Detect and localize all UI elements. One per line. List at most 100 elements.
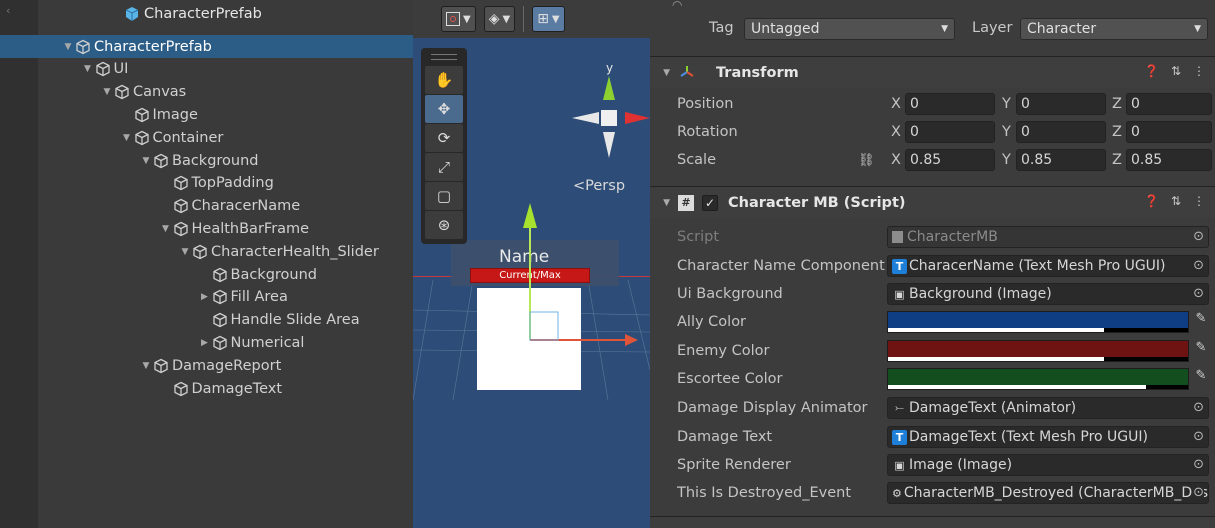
object-picker-icon[interactable]: ⊙ <box>1193 457 1204 472</box>
hierarchy-row-label: DamageText <box>191 380 283 397</box>
help-icon[interactable]: ❓ <box>1144 64 1159 78</box>
fold-open-icon[interactable]: ▼ <box>160 224 172 234</box>
object-picker-icon[interactable]: ⊙ <box>1193 286 1204 301</box>
hierarchy-row[interactable]: ▼TopPadding <box>0 172 413 195</box>
fold-open-icon[interactable]: ▼ <box>101 87 113 97</box>
layer-dropdown[interactable]: Character ▼ <box>1020 18 1208 40</box>
eyedropper-icon[interactable]: ✎ <box>1193 368 1209 390</box>
next-component-header[interactable] <box>650 516 1215 528</box>
sprite-renderer-field[interactable]: ▣ Image (Image) ⊙ <box>887 454 1209 476</box>
text-mesh-pro-icon: T <box>892 429 907 445</box>
position-z-field[interactable]: 0 <box>1126 93 1212 115</box>
fold-open-icon[interactable]: ▼ <box>121 133 133 143</box>
ally-color-swatch[interactable] <box>887 311 1189 333</box>
character-mb-header[interactable]: ▼ # ✓ Character MB (Script) ❓ ⇅ ⋮ <box>650 186 1215 218</box>
fold-open-icon[interactable]: ▼ <box>179 247 191 257</box>
rotation-x[interactable]: X0 <box>891 121 995 143</box>
preset-icon[interactable]: ⇅ <box>1171 194 1181 208</box>
fold-arrow-icon[interactable]: ▼ <box>650 198 678 208</box>
move-tool-button[interactable]: ✥ <box>425 95 463 123</box>
object-picker-icon[interactable]: ⊙ <box>1193 258 1204 273</box>
rotation-z[interactable]: Z0 <box>1112 121 1212 143</box>
fold-open-icon[interactable]: ▼ <box>82 64 94 74</box>
fold-open-icon[interactable]: ▼ <box>62 42 74 52</box>
gameobject-cube-icon <box>134 130 150 146</box>
rect-icon: ▢ <box>436 187 452 205</box>
ui-background-field[interactable]: ▣ Background (Image) ⊙ <box>887 283 1209 305</box>
tag-dropdown[interactable]: Untagged ▼ <box>744 18 955 40</box>
ally-alpha-bar <box>888 328 1104 332</box>
scale-x[interactable]: X 0.85 <box>891 149 995 171</box>
scale-x-field[interactable]: 0.85 <box>905 149 995 171</box>
rotation-x-field[interactable]: 0 <box>905 121 995 143</box>
scale-z-field[interactable]: 0.85 <box>1126 149 1212 171</box>
transform-controls: ❓ ⇅ ⋮ <box>1144 64 1205 78</box>
help-icon[interactable]: ❓ <box>1144 194 1159 208</box>
hierarchy-row[interactable]: ▶ Numerical <box>0 331 413 354</box>
position-z[interactable]: Z0 <box>1112 93 1212 115</box>
destroyed-event-field[interactable]: ⚙ CharacterMB_Destroyed (CharacterMB_Des… <box>887 482 1209 504</box>
damage-text-field[interactable]: T DamageText (Text Mesh Pro UGUI) ⊙ <box>887 426 1209 448</box>
fold-closed-icon[interactable]: ▶ <box>199 338 211 348</box>
hierarchy-row[interactable]: ▼ CharacterHealth_Slider <box>0 240 413 263</box>
damage-animator-field[interactable]: ⤚ DamageText (Animator) ⊙ <box>887 397 1209 419</box>
hierarchy-row[interactable]: ▼ Canvas <box>0 81 413 104</box>
component-enabled-checkbox[interactable]: ✓ <box>702 194 718 211</box>
hierarchy-row[interactable]: ▼ DamageReport <box>0 354 413 377</box>
hierarchy-row[interactable]: ▼ CharacterPrefab <box>0 35 413 58</box>
fold-open-icon[interactable]: ▼ <box>140 361 152 371</box>
ui-background-label: Ui Background <box>677 286 783 302</box>
perspective-label[interactable]: <Persp <box>573 178 625 194</box>
svg-text:y: y <box>606 61 613 75</box>
rotation-y-field[interactable]: 0 <box>1016 121 1106 143</box>
menu-icon[interactable]: ⋮ <box>1193 194 1205 208</box>
position-y-field[interactable]: 0 <box>1016 93 1106 115</box>
fold-open-icon[interactable]: ▼ <box>140 156 152 166</box>
hierarchy-row[interactable]: ▼CharacerName <box>0 195 413 218</box>
rotation-y[interactable]: Y0 <box>1002 121 1106 143</box>
eyedropper-icon[interactable]: ✎ <box>1193 311 1209 333</box>
fold-arrow-icon[interactable]: ▼ <box>650 68 678 78</box>
rect-tool-button[interactable]: ▢ <box>425 182 463 210</box>
script-row: Script CharacterMB ⊙ <box>650 223 1215 251</box>
scale-y-field[interactable]: 0.85 <box>1016 149 1106 171</box>
fold-closed-icon[interactable]: ▶ <box>199 292 211 302</box>
link-icon[interactable]: ⛓ <box>858 153 875 168</box>
position-x-field[interactable]: 0 <box>905 93 995 115</box>
transform-header[interactable]: ▼ Transform ❓ ⇅ ⋮ <box>650 56 1215 88</box>
menu-icon[interactable]: ⋮ <box>1193 64 1205 78</box>
hierarchy-row[interactable]: ▼DamageText <box>0 377 413 400</box>
hierarchy-row[interactable]: ▼ Container <box>0 126 413 149</box>
hierarchy-row[interactable]: ▼Background <box>0 149 413 172</box>
palette-grip[interactable] <box>431 54 457 60</box>
name-component-field[interactable]: T CharacerName (Text Mesh Pro UGUI) ⊙ <box>887 255 1209 277</box>
escortee-color-swatch[interactable] <box>887 368 1189 390</box>
position-y[interactable]: Y0 <box>1002 93 1106 115</box>
eyedropper-icon[interactable]: ✎ <box>1193 340 1209 362</box>
hierarchy-row-label: Fill Area <box>230 289 288 306</box>
hierarchy-row[interactable]: ▼ UI <box>0 58 413 81</box>
position-x[interactable]: X0 <box>891 93 995 115</box>
scene-view[interactable]: ▼ ◈ ▼ ⊞ ▼ Name Current/Max <box>413 0 650 528</box>
rotate-tool-button[interactable]: ⟳ <box>425 124 463 152</box>
hierarchy-row[interactable]: ▼Background <box>0 263 413 286</box>
object-picker-icon[interactable]: ⊙ <box>1193 429 1204 444</box>
scale-z[interactable]: Z 0.85 <box>1112 149 1212 171</box>
preset-icon[interactable]: ⇅ <box>1171 64 1181 78</box>
hierarchy-row[interactable]: ▼Image <box>0 103 413 126</box>
hierarchy-row[interactable]: ▶ Fill Area <box>0 286 413 309</box>
rotation-z-field[interactable]: 0 <box>1126 121 1212 143</box>
transform-tool-button[interactable]: ⊛ <box>425 211 463 239</box>
object-picker-icon[interactable]: ⊙ <box>1193 400 1204 415</box>
hierarchy-row[interactable]: ▼ HealthBarFrame <box>0 217 413 240</box>
prefab-title[interactable]: CharacterPrefab <box>124 6 262 22</box>
hierarchy-row[interactable]: ▼Handle Slide Area <box>0 309 413 332</box>
back-arrow-icon[interactable]: ‹ <box>6 4 10 17</box>
scale-tool-button[interactable]: ⤢ <box>425 153 463 181</box>
damage-text-row: Damage Text T DamageText (Text Mesh Pro … <box>650 423 1215 451</box>
scale-y[interactable]: Y 0.85 <box>1002 149 1106 171</box>
object-icon: ◠ <box>672 0 683 12</box>
object-picker-icon[interactable]: ⊙ <box>1193 485 1204 500</box>
hand-tool-button[interactable]: ✋ <box>425 66 463 94</box>
enemy-color-swatch[interactable] <box>887 340 1189 362</box>
